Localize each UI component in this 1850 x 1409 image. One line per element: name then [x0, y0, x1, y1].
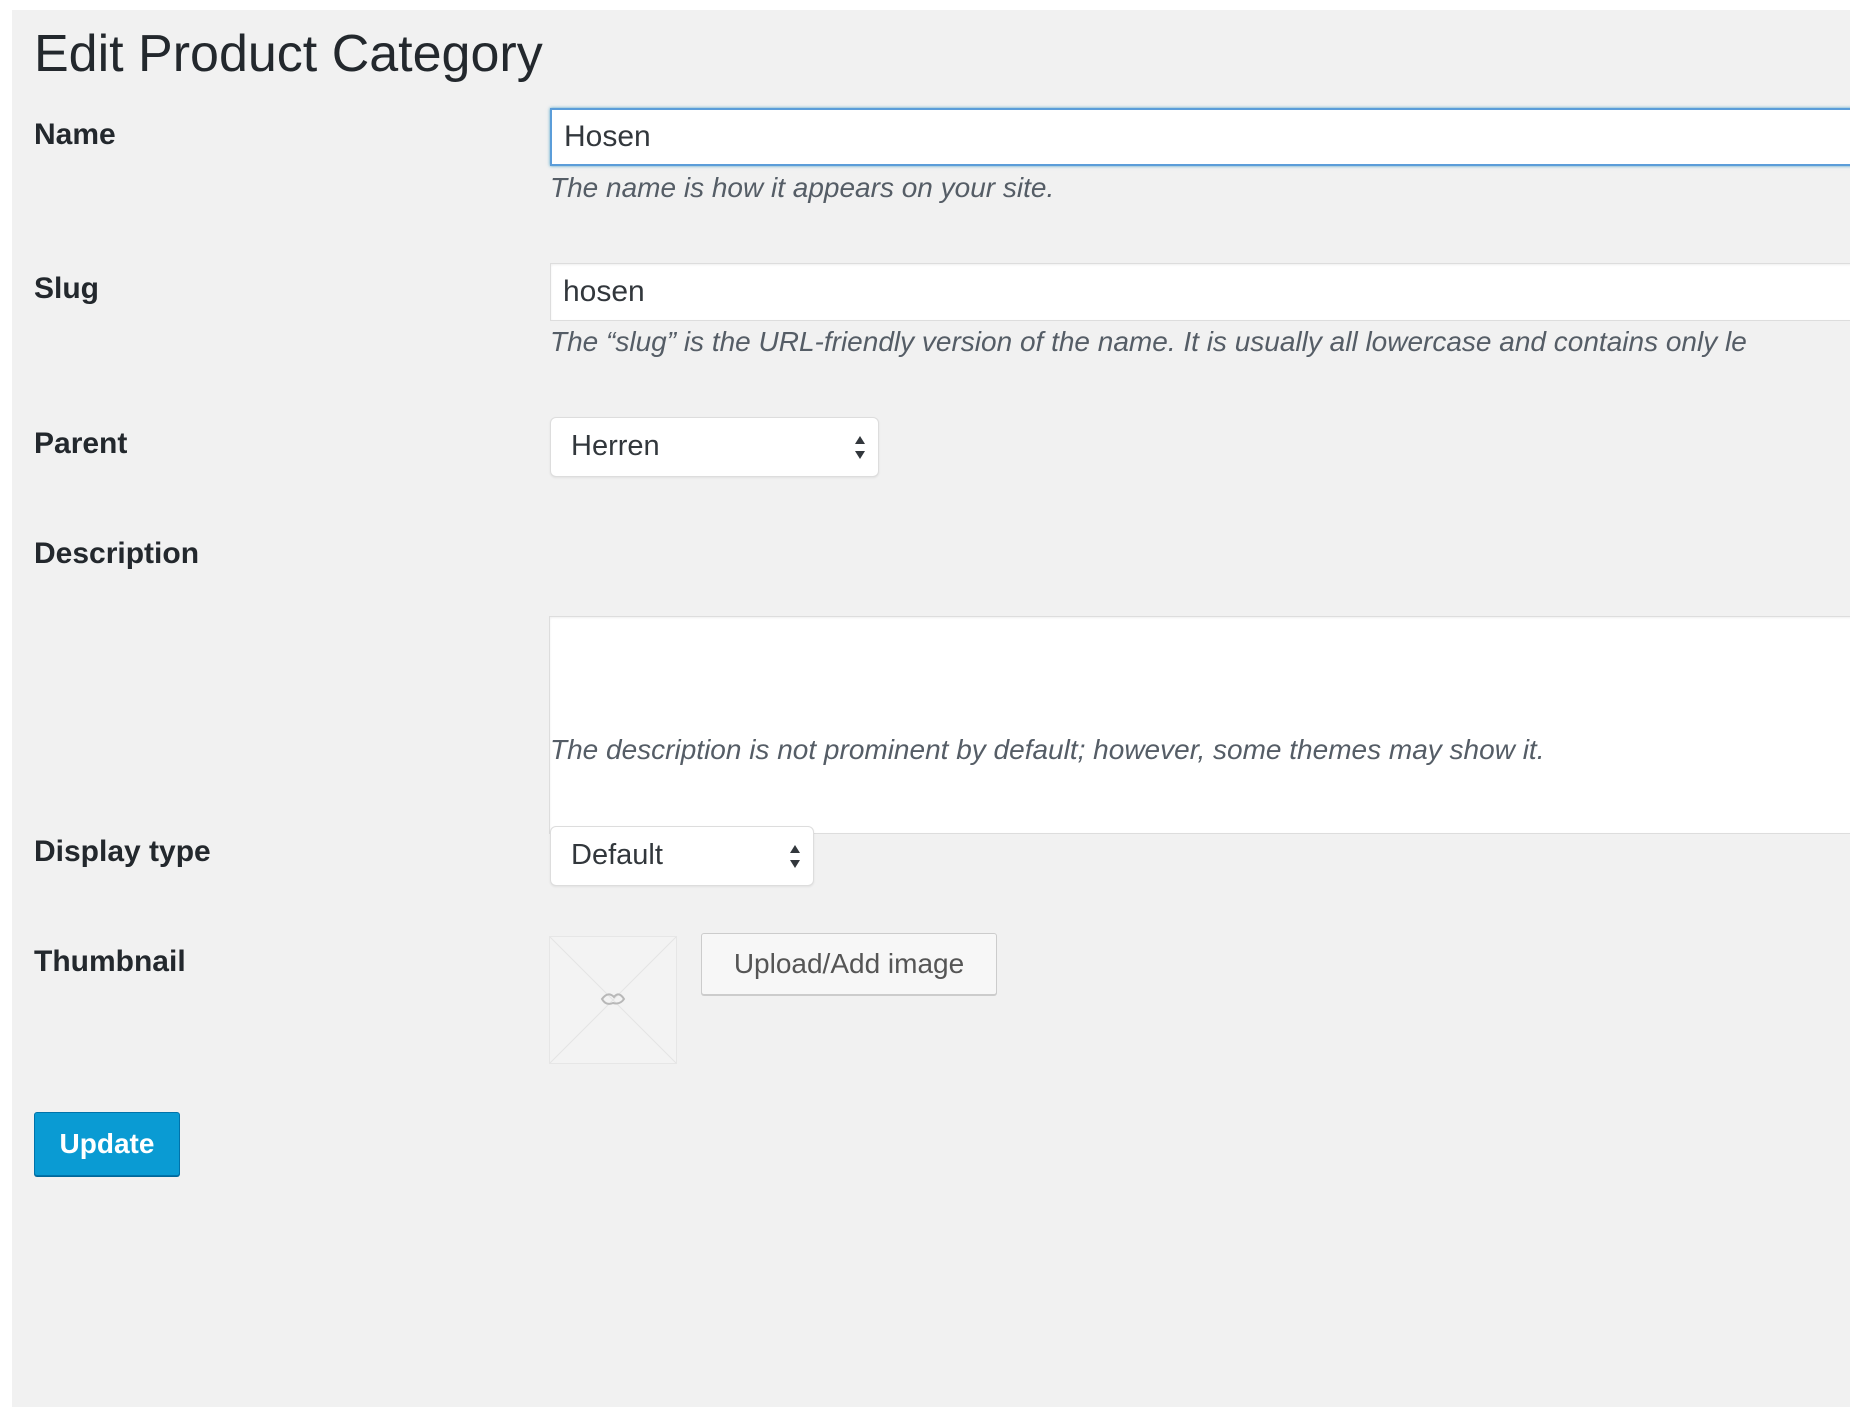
parent-select[interactable]: Herren: [550, 417, 879, 477]
slug-help-text: The “slug” is the URL-friendly version o…: [550, 326, 1747, 357]
select-arrows-icon: [790, 845, 800, 868]
slug-input[interactable]: [550, 263, 1850, 321]
display-type-label: Display type: [34, 835, 211, 868]
edit-category-page: Edit Product Category Name The name is h…: [12, 10, 1850, 1407]
parent-label: Parent: [34, 427, 128, 460]
display-type-selected-value: Default: [571, 839, 663, 871]
thumbnail-label: Thumbnail: [34, 945, 186, 978]
upload-image-button[interactable]: Upload/Add image: [701, 933, 997, 995]
display-type-select[interactable]: Default: [550, 826, 814, 886]
page-title: Edit Product Category: [34, 25, 543, 83]
update-button[interactable]: Update: [34, 1112, 180, 1176]
description-textarea[interactable]: [549, 616, 1850, 834]
description-help-text: The description is not prominent by defa…: [550, 734, 1545, 765]
select-arrows-icon: [855, 436, 865, 459]
name-input[interactable]: [550, 108, 1850, 166]
slug-label: Slug: [34, 272, 99, 305]
name-label: Name: [34, 118, 116, 151]
parent-selected-value: Herren: [571, 430, 660, 462]
image-placeholder-icon: [549, 936, 677, 1064]
thumbnail-preview: [549, 936, 677, 1064]
name-help-text: The name is how it appears on your site.: [550, 172, 1055, 203]
description-label: Description: [34, 537, 200, 570]
